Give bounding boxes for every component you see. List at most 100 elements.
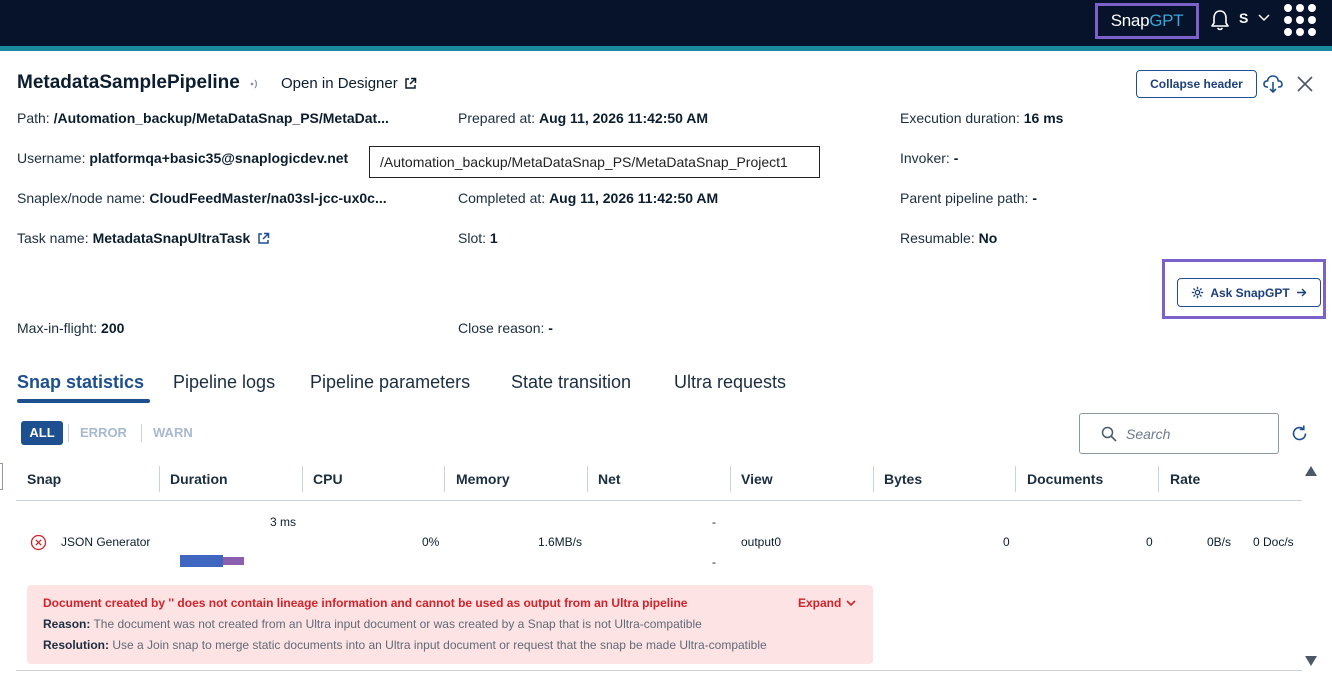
field-path: Path: /Automation_backup/MetaDataSnap_PS… <box>17 110 389 126</box>
field-max-in-flight-value: 200 <box>101 320 125 336</box>
field-slot: Slot: 1 <box>458 230 498 246</box>
field-task-name: Task name: MetadataSnapUltraTask <box>17 230 270 246</box>
column-divider[interactable] <box>1158 466 1159 492</box>
error-title: Document created by '' does not contain … <box>43 596 688 610</box>
field-prepared-at-value: Aug 11, 2026 11:42:50 AM <box>538 110 709 126</box>
table-header: Snap Duration CPU Memory Net View Bytes … <box>16 463 1302 501</box>
snapgpt-button[interactable]: SnapGPT <box>1095 3 1199 39</box>
rate-docs-value: 0 Doc/s <box>1253 535 1294 549</box>
field-snaplex-label: Snaplex/node name: <box>17 190 146 206</box>
error-expand-button[interactable]: Expand <box>798 596 856 610</box>
search-box[interactable] <box>1079 413 1279 454</box>
field-path-value[interactable]: /Automation_backup/MetaDataSnap_PS/MetaD… <box>54 110 389 126</box>
field-username: Username: platformqa+basic35@snaplogicde… <box>17 150 348 166</box>
field-resumable-value: No <box>978 230 998 246</box>
search-icon <box>1101 426 1117 442</box>
field-resumable: Resumable: No <box>900 230 997 246</box>
open-in-designer-link[interactable]: Open in Designer <box>281 75 417 92</box>
field-execution-duration: Execution duration: 16 ms <box>900 110 1063 126</box>
open-in-designer-label: Open in Designer <box>281 75 398 92</box>
column-header-memory[interactable]: Memory <box>456 471 510 487</box>
column-header-view[interactable]: View <box>741 471 773 487</box>
column-divider[interactable] <box>1015 466 1016 492</box>
net-value-top: - <box>712 515 716 529</box>
arrow-right-icon <box>1296 288 1307 297</box>
path-tooltip: /Automation_backup/MetaDataSnap_PS/MetaD… <box>369 146 820 178</box>
tab-ultra-requests[interactable]: Ultra requests <box>674 372 786 393</box>
tab-pipeline-logs[interactable]: Pipeline logs <box>173 372 275 393</box>
tab-state-transition[interactable]: State transition <box>511 372 631 393</box>
notification-bell-icon[interactable] <box>1209 8 1231 32</box>
page-title: MetadataSamplePipeline <box>17 72 240 93</box>
column-header-net[interactable]: Net <box>598 471 621 487</box>
refresh-icon[interactable] <box>1290 424 1309 443</box>
field-invoker-label: Invoker: <box>900 150 950 166</box>
collapse-header-button[interactable]: Collapse header <box>1136 70 1257 98</box>
field-execution-duration-label: Execution duration: <box>900 110 1020 126</box>
close-icon[interactable] <box>1296 75 1314 93</box>
filter-error-button[interactable]: ERROR <box>80 425 127 440</box>
field-prepared-at-label: Prepared at: <box>458 110 536 126</box>
apps-grid-icon[interactable] <box>1283 3 1317 37</box>
field-max-in-flight: Max-in-flight: 200 <box>17 320 124 336</box>
cloud-download-icon[interactable] <box>1263 73 1283 95</box>
error-resolution-label: Resolution: <box>43 638 109 652</box>
field-close-reason-value: - <box>548 320 553 336</box>
column-divider[interactable] <box>159 466 160 492</box>
field-snaplex: Snaplex/node name: CloudFeedMaster/na03s… <box>17 190 387 206</box>
task-external-link-icon[interactable] <box>257 232 270 245</box>
ask-snapgpt-button[interactable]: Ask SnapGPT <box>1177 278 1321 307</box>
field-completed-at: Completed at: Aug 11, 2026 11:42:50 AM <box>458 190 718 206</box>
column-divider[interactable] <box>587 466 588 492</box>
error-resolution-text: Use a Join snap to merge static document… <box>112 638 767 652</box>
column-header-bytes[interactable]: Bytes <box>884 471 922 487</box>
field-username-value: platformqa+basic35@snaplogicdev.net <box>89 150 349 166</box>
field-parent-pipeline-path: Parent pipeline path: - <box>900 190 1037 206</box>
field-parent-pipeline-path-value: - <box>1032 190 1037 206</box>
field-task-name-value[interactable]: MetadataSnapUltraTask <box>93 230 251 246</box>
error-panel: Document created by '' does not contain … <box>27 585 873 664</box>
filter-divider <box>141 424 142 442</box>
error-resolution: Resolution: Use a Join snap to merge sta… <box>43 638 767 652</box>
search-input[interactable] <box>1126 424 1266 444</box>
column-divider[interactable] <box>302 466 303 492</box>
column-header-documents[interactable]: Documents <box>1027 471 1103 487</box>
field-close-reason-label: Close reason: <box>458 320 545 336</box>
error-reason-label: Reason: <box>43 617 91 631</box>
error-status-icon <box>30 534 47 551</box>
scroll-down-arrow-icon[interactable] <box>1304 655 1318 667</box>
field-slot-value: 1 <box>489 230 498 246</box>
rate-bytes-value: 0B/s <box>1207 535 1232 549</box>
filter-all-button[interactable]: ALL <box>21 421 63 445</box>
ultra-signal-icon <box>250 79 258 89</box>
snap-name[interactable]: JSON Generator <box>61 535 150 549</box>
column-header-cpu[interactable]: CPU <box>313 471 343 487</box>
column-header-duration[interactable]: Duration <box>170 471 228 487</box>
snapgpt-logo-snap: Snap <box>1110 11 1150 30</box>
left-panel-edge <box>0 463 3 490</box>
field-path-label: Path: <box>17 110 50 126</box>
field-snaplex-value[interactable]: CloudFeedMaster/na03sl-jcc-ux0c... <box>149 190 386 206</box>
field-invoker: Invoker: - <box>900 150 958 166</box>
column-divider[interactable] <box>873 466 874 492</box>
cpu-bar <box>223 557 244 565</box>
net-value-bottom: - <box>712 555 716 569</box>
column-divider[interactable] <box>730 466 731 492</box>
external-link-icon <box>404 77 416 89</box>
user-avatar-initial[interactable]: S <box>1239 10 1248 26</box>
filter-warn-button[interactable]: WARN <box>153 425 193 440</box>
chevron-down-icon[interactable] <box>1257 13 1271 23</box>
column-header-snap[interactable]: Snap <box>27 471 61 487</box>
error-expand-label: Expand <box>798 596 842 610</box>
column-divider[interactable] <box>444 466 445 492</box>
tab-pipeline-parameters[interactable]: Pipeline parameters <box>310 372 470 393</box>
error-reason: Reason: The document was not created fro… <box>43 617 702 631</box>
filter-divider <box>68 424 69 442</box>
field-max-in-flight-label: Max-in-flight: <box>17 320 98 336</box>
scroll-up-arrow-icon[interactable] <box>1304 465 1318 477</box>
column-header-rate[interactable]: Rate <box>1170 471 1200 487</box>
field-completed-at-label: Completed at: <box>458 190 546 206</box>
tab-snap-statistics[interactable]: Snap statistics <box>17 372 144 393</box>
field-task-name-label: Task name: <box>17 230 89 246</box>
field-execution-duration-value: 16 ms <box>1023 110 1064 126</box>
